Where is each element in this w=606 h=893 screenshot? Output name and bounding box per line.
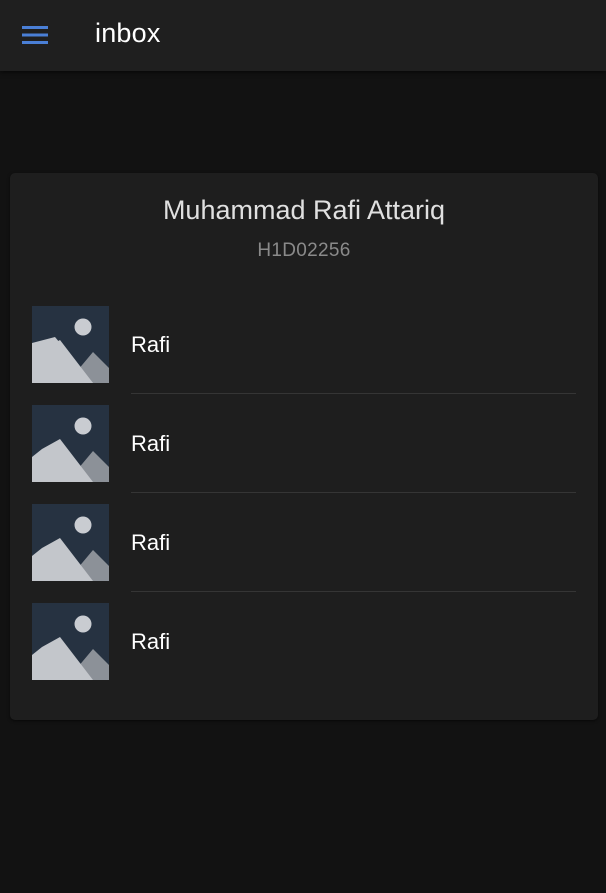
list-item-label: Rafi (131, 530, 171, 555)
image-placeholder-icon (32, 405, 109, 482)
inbox-list: Rafi Rafi Rafi Rafi (10, 295, 598, 691)
page-title: inbox (95, 18, 161, 48)
image-placeholder-icon (32, 306, 109, 383)
list-item[interactable]: Rafi (10, 592, 598, 691)
list-item[interactable]: Rafi (10, 394, 598, 493)
profile-card: Muhammad Rafi Attariq H1D02256 Rafi Rafi… (10, 173, 598, 720)
card-title: Muhammad Rafi Attariq (162, 195, 446, 225)
card-subtitle: H1D02256 (257, 240, 351, 261)
hamburger-menu-icon (22, 25, 48, 45)
list-item-label: Rafi (131, 629, 171, 654)
list-item[interactable]: Rafi (10, 493, 598, 592)
top-app-bar: inbox (0, 0, 606, 71)
menu-button[interactable] (14, 14, 56, 56)
list-item-label: Rafi (131, 431, 171, 456)
list-item-label: Rafi (131, 332, 171, 357)
list-item[interactable]: Rafi (10, 295, 598, 394)
image-placeholder-icon (32, 504, 109, 581)
image-placeholder-icon (32, 603, 109, 680)
